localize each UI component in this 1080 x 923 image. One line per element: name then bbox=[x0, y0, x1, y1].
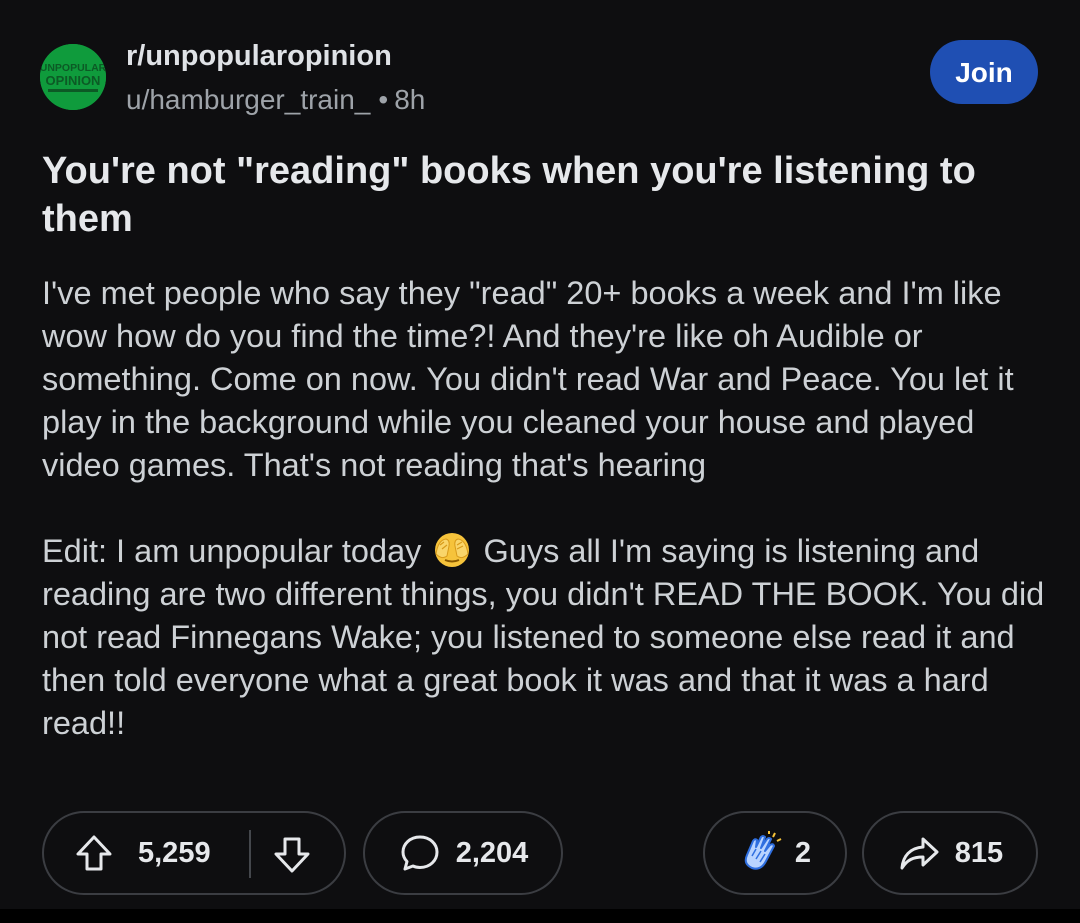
share-button[interactable]: 815 bbox=[862, 811, 1038, 895]
downvote-button[interactable] bbox=[270, 832, 314, 876]
post-body-paragraph: I've met people who say they "read" 20+ … bbox=[42, 275, 1014, 483]
post-body: I've met people who say they "read" 20+ … bbox=[42, 272, 1052, 745]
meta-separator: • bbox=[378, 84, 389, 115]
post-meta: u/hamburger_train_ • 8h bbox=[126, 84, 425, 116]
unpopular-opinion-logo: UNPOPULAR OPINION bbox=[40, 44, 106, 110]
subreddit-name[interactable]: r/unpopularopinion bbox=[126, 40, 392, 73]
subreddit-avatar[interactable]: UNPOPULAR OPINION bbox=[40, 44, 106, 110]
clapping-hands-award-icon bbox=[744, 831, 782, 870]
comment-count: 2,204 bbox=[455, 836, 529, 869]
arrow-down-icon bbox=[274, 837, 310, 873]
upvote-button[interactable] bbox=[72, 832, 116, 876]
author-username[interactable]: u/hamburger_train_ bbox=[126, 84, 370, 115]
arrow-up-icon bbox=[76, 835, 112, 871]
vote-count: 5,259 bbox=[138, 837, 211, 869]
avatar-text-bottom: OPINION bbox=[46, 73, 101, 88]
post-age: 8h bbox=[394, 84, 426, 115]
post-edit-paragraph: Edit: I am unpopular today Guys all I'm … bbox=[42, 530, 1052, 745]
post-card: UNPOPULAR OPINION r/unpopularopinion u/h… bbox=[0, 0, 1080, 923]
join-button[interactable]: Join bbox=[930, 40, 1038, 104]
awards-button[interactable]: 2 bbox=[703, 811, 847, 895]
vote-pill: 5,259 bbox=[42, 811, 346, 895]
bottom-edge bbox=[0, 909, 1080, 923]
face-with-hands-over-eyes-emoji bbox=[435, 533, 470, 567]
share-count: 815 bbox=[954, 836, 1004, 869]
award-count: 2 bbox=[794, 836, 812, 869]
share-arrow-icon bbox=[900, 837, 939, 870]
vote-divider bbox=[249, 830, 251, 878]
comments-button[interactable]: 2,204 bbox=[363, 811, 563, 895]
edit-text-start: Edit: I am unpopular today bbox=[42, 533, 422, 569]
post-title[interactable]: You're not "reading" books when you're l… bbox=[42, 147, 1042, 243]
speech-bubble-icon bbox=[401, 835, 439, 871]
